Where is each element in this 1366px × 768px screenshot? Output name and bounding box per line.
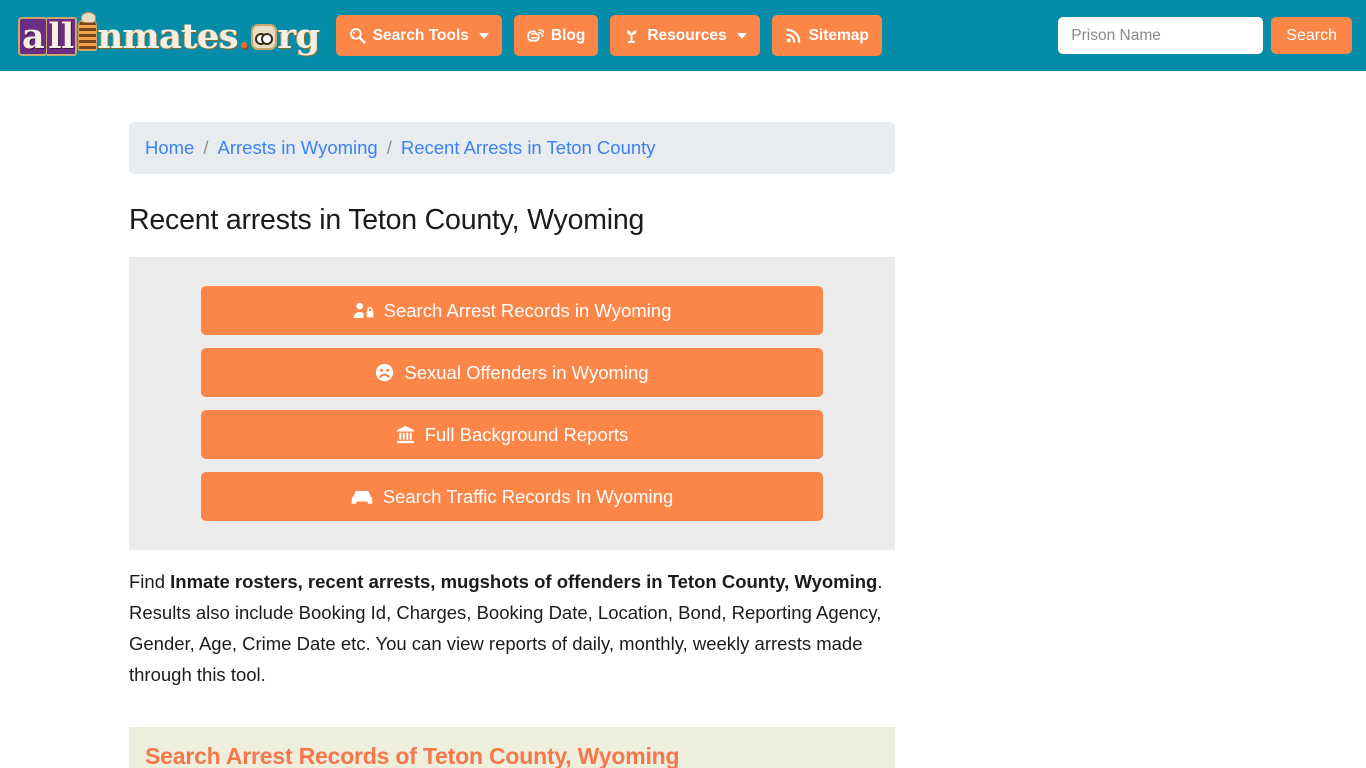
logo-letter-a: a xyxy=(18,17,49,56)
seedling-icon xyxy=(623,27,640,44)
site-header: a ll nmates. rg Search Tools Blog Resour… xyxy=(0,0,1366,71)
prisoner-figure-icon xyxy=(77,12,97,51)
nav-blog-label: Blog xyxy=(550,26,586,44)
nav-sitemap-label: Sitemap xyxy=(808,26,869,44)
nav-resources-label: Resources xyxy=(647,26,727,44)
nav-sitemap-button[interactable]: Sitemap xyxy=(771,15,882,56)
car-icon xyxy=(351,488,373,506)
search-arrest-records-section: Search Arrest Records of Teton County, W… xyxy=(129,727,895,768)
sexual-offenders-button[interactable]: Sexual Offenders in Wyoming xyxy=(201,348,823,397)
logo-letters-nmates: nmates xyxy=(97,16,239,57)
site-logo[interactable]: a ll nmates. rg xyxy=(18,12,320,59)
search-traffic-records-label: Search Traffic Records In Wyoming xyxy=(382,485,674,507)
header-search-form: Search xyxy=(1058,17,1352,54)
breadcrumb-separator: / xyxy=(386,137,392,158)
main-nav: Search Tools Blog Resources Sitemap xyxy=(335,15,882,56)
breadcrumb-item-home[interactable]: Home xyxy=(145,137,194,159)
intro-bold: Inmate rosters, recent arrests, mugshots… xyxy=(170,571,878,592)
breadcrumb-separator: / xyxy=(203,137,209,158)
landmark-icon xyxy=(396,425,415,444)
page-title: Recent arrests in Teton County, Wyoming xyxy=(129,204,645,236)
full-background-reports-label: Full Background Reports xyxy=(424,423,629,445)
sexual-offenders-label: Sexual Offenders in Wyoming xyxy=(404,361,649,383)
quick-actions-panel: Search Arrest Records in Wyoming Sexual … xyxy=(129,257,895,550)
frown-face-icon xyxy=(375,363,394,382)
content-container: Home / Arrests in Wyoming / Recent Arres… xyxy=(129,122,895,768)
full-background-reports-button[interactable]: Full Background Reports xyxy=(201,410,823,459)
breadcrumb-item-arrests-in-wyoming[interactable]: Arrests in Wyoming xyxy=(218,137,378,159)
nav-search-tools-button[interactable]: Search Tools xyxy=(335,15,502,56)
logo-letters-ll: ll xyxy=(47,17,77,56)
chevron-down-icon xyxy=(478,32,489,39)
page-body: Home / Arrests in Wyoming / Recent Arres… xyxy=(0,122,1366,768)
nav-search-tools-label: Search Tools xyxy=(372,26,469,44)
breadcrumb: Home / Arrests in Wyoming / Recent Arres… xyxy=(129,122,895,174)
search-arrest-records-button[interactable]: Search Arrest Records in Wyoming xyxy=(201,286,823,335)
search-icon xyxy=(349,27,366,44)
logo-wordmark: a ll nmates. rg xyxy=(18,12,320,57)
prison-name-search-input[interactable] xyxy=(1058,17,1264,54)
logo-letters-rg: rg xyxy=(277,16,320,57)
intro-prefix: Find xyxy=(129,571,171,592)
rss-icon xyxy=(785,27,802,44)
header-search-button[interactable]: Search xyxy=(1271,17,1352,54)
section-heading: Search Arrest Records of Teton County, W… xyxy=(145,743,680,768)
logo-face-icon xyxy=(250,24,277,50)
breadcrumb-item-recent-arrests-teton[interactable]: Recent Arrests in Teton County xyxy=(401,137,656,159)
intro-paragraph: Find Inmate rosters, recent arrests, mug… xyxy=(129,566,895,690)
user-lock-icon xyxy=(353,301,374,320)
search-traffic-records-button[interactable]: Search Traffic Records In Wyoming xyxy=(201,472,823,521)
blogger-icon xyxy=(527,27,544,44)
nav-resources-button[interactable]: Resources xyxy=(610,15,760,56)
chevron-down-icon xyxy=(736,32,747,39)
logo-dot: . xyxy=(238,16,250,57)
nav-blog-button[interactable]: Blog xyxy=(513,15,599,56)
search-arrest-records-label: Search Arrest Records in Wyoming xyxy=(383,299,672,321)
